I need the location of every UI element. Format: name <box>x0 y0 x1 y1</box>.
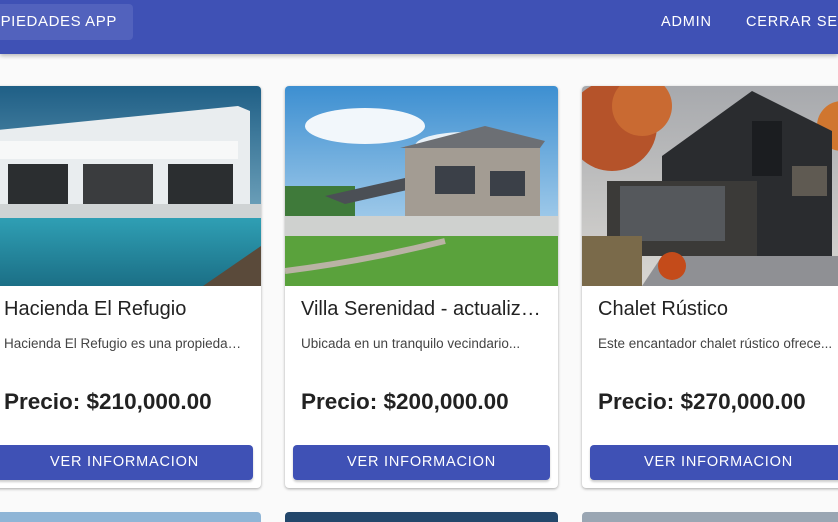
property-price: Precio: $200,000.00 <box>301 389 509 414</box>
property-price: Precio: $270,000.00 <box>598 389 806 414</box>
property-description: Hacienda El Refugio es una propiedad... <box>4 336 245 351</box>
app-bar: PIEDADES APP ADMIN CERRAR SE <box>0 0 838 54</box>
property-description: Ubicada en un tranquilo vecindario... <box>301 336 521 351</box>
property-card: Hacienda El Refugio Hacienda El Refugio … <box>0 86 261 488</box>
property-image <box>285 86 558 286</box>
logout-button[interactable]: CERRAR SE <box>746 12 838 32</box>
property-image <box>582 86 838 286</box>
property-card: Chalet Rústico Este encantador chalet rú… <box>582 86 838 488</box>
property-title: Hacienda El Refugio <box>4 298 187 320</box>
brand-button[interactable]: PIEDADES APP <box>0 4 133 40</box>
admin-button[interactable]: ADMIN <box>661 12 712 32</box>
property-title: Villa Serenidad - actualizada <box>301 298 542 320</box>
view-info-button[interactable]: VER INFORMACION <box>293 445 550 480</box>
view-info-button[interactable]: VER INFORMACION <box>590 445 838 480</box>
property-price: Precio: $210,000.00 <box>4 389 212 414</box>
property-image <box>0 86 261 286</box>
property-description: Este encantador chalet rústico ofrece... <box>598 336 833 351</box>
property-card-peek <box>285 512 558 522</box>
property-card-peek <box>0 512 261 522</box>
property-title: Chalet Rústico <box>598 298 729 320</box>
view-info-button[interactable]: VER INFORMACION <box>0 445 253 480</box>
property-card: Villa Serenidad - actualizada Ubicada en… <box>285 86 558 488</box>
property-card-peek <box>582 512 838 522</box>
